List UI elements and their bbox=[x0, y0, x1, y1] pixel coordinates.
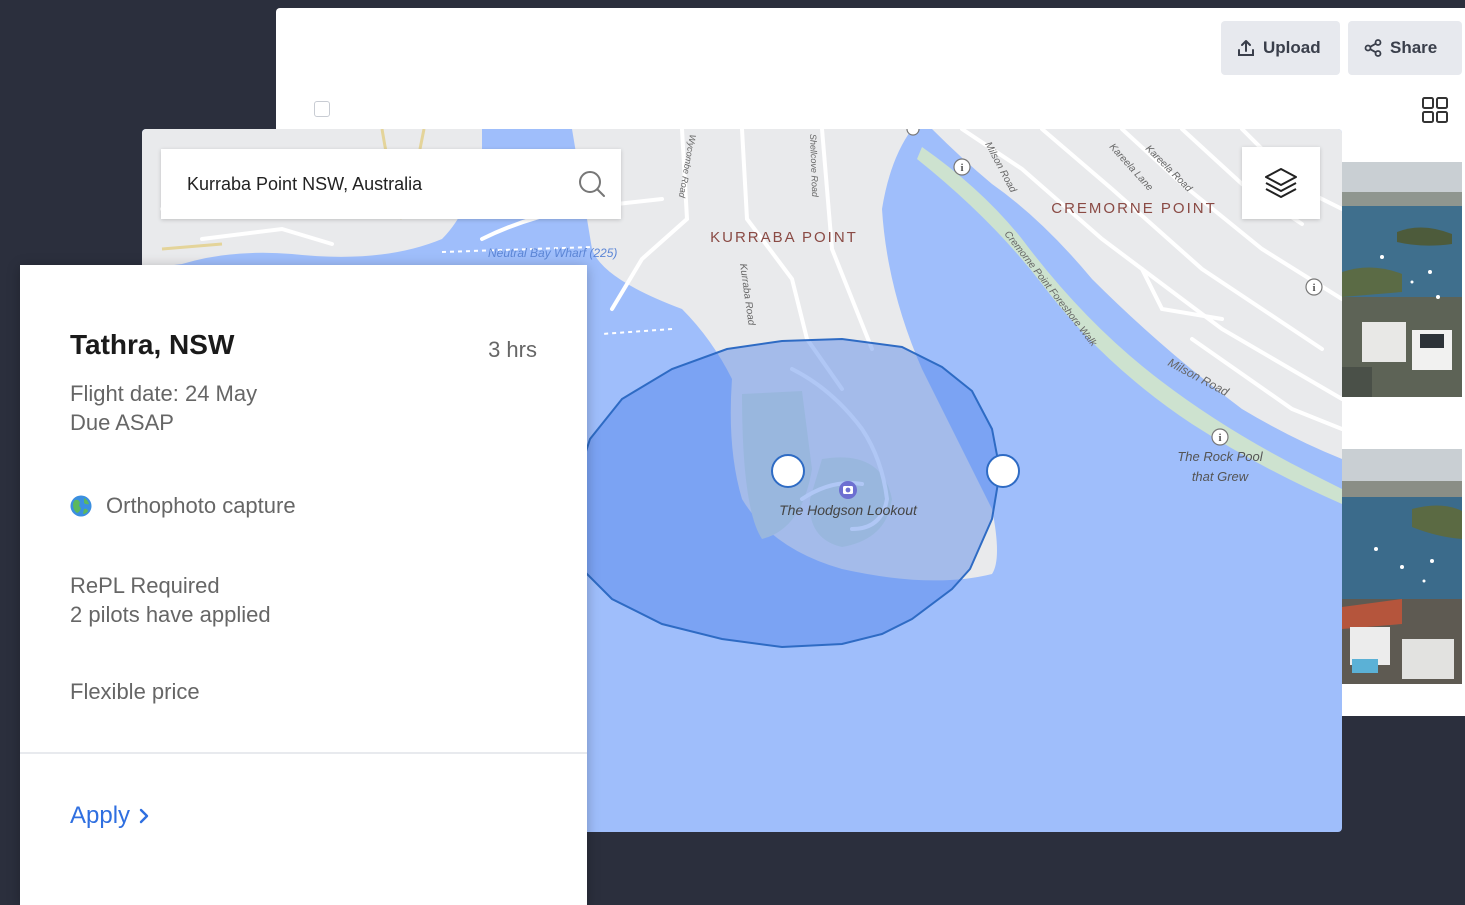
job-duration: 3 hrs bbox=[488, 337, 537, 362]
card-divider bbox=[20, 752, 587, 754]
label-kurraba-point: KURRABA POINT bbox=[710, 229, 858, 246]
share-icon bbox=[1364, 39, 1382, 57]
info-marker-icon[interactable]: i bbox=[1305, 278, 1323, 296]
capture-type: Orthophoto capture bbox=[106, 493, 296, 518]
map-search-input[interactable] bbox=[185, 172, 577, 196]
info-marker-icon[interactable] bbox=[906, 129, 920, 136]
svg-text:i: i bbox=[960, 162, 963, 174]
applicant-count: 2 pilots have applied bbox=[70, 602, 271, 627]
job-card: Tathra, NSW 3 hrs Flight date: 24 May Du… bbox=[20, 265, 587, 905]
flight-date: Flight date: 24 May bbox=[70, 381, 258, 406]
zone-handle[interactable] bbox=[771, 454, 805, 488]
info-marker-icon[interactable]: i bbox=[953, 158, 971, 176]
svg-text:i: i bbox=[1312, 282, 1315, 294]
share-label: Share bbox=[1390, 38, 1438, 57]
label-rock-pool-2: that Grew bbox=[1192, 469, 1250, 484]
price-type: Flexible price bbox=[70, 679, 200, 704]
grid-view-icon[interactable] bbox=[1421, 96, 1449, 124]
layers-icon bbox=[1265, 168, 1297, 198]
svg-text:i: i bbox=[1218, 432, 1221, 444]
zone-handle[interactable] bbox=[986, 454, 1020, 488]
aerial-photo-thumbnail[interactable] bbox=[1342, 449, 1462, 684]
map-layers-button[interactable] bbox=[1242, 147, 1320, 219]
apply-label: Apply bbox=[70, 802, 131, 829]
globe-icon bbox=[70, 495, 92, 516]
upload-icon bbox=[1238, 40, 1254, 56]
label-rock-pool: The Rock Pool bbox=[1177, 449, 1263, 464]
due-date: Due ASAP bbox=[70, 410, 174, 435]
map-search-box bbox=[161, 149, 621, 219]
upload-button[interactable]: Upload bbox=[1221, 21, 1340, 75]
license-requirement: RePL Required bbox=[70, 573, 220, 598]
aerial-photo-thumbnail[interactable] bbox=[1342, 162, 1462, 397]
job-title: Tathra, NSW bbox=[70, 329, 235, 360]
capture-type-row: Orthophoto capture bbox=[70, 491, 296, 520]
chevron-right-icon bbox=[139, 808, 149, 824]
apply-link[interactable]: Apply bbox=[70, 802, 150, 830]
share-button[interactable]: Share bbox=[1348, 21, 1462, 75]
info-marker-icon[interactable]: i bbox=[1211, 428, 1229, 446]
label-cremorne-point: CREMORNE POINT bbox=[1051, 200, 1217, 217]
label-hodgson-lookout: The Hodgson Lookout bbox=[779, 502, 918, 518]
select-all-checkbox[interactable] bbox=[314, 101, 330, 117]
label-neutral-bay-wharf: Neutral Bay Wharf (225) bbox=[488, 246, 617, 260]
search-icon[interactable] bbox=[577, 169, 607, 199]
upload-label: Upload bbox=[1263, 38, 1321, 57]
